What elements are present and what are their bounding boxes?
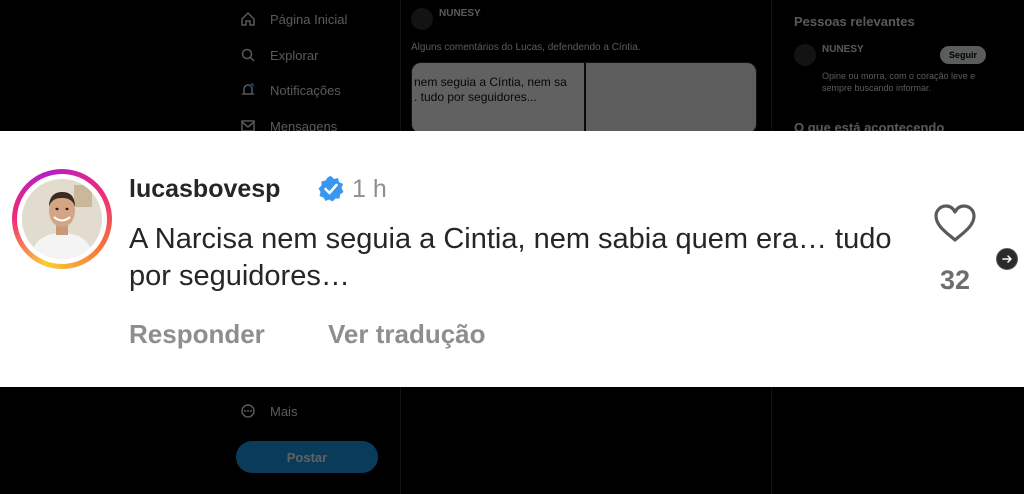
- follow-button[interactable]: Seguir: [940, 46, 986, 64]
- tweet-media-image: [586, 63, 756, 133]
- nav-label-home: Página Inicial: [270, 11, 348, 27]
- nav-item-explore[interactable]: Explorar: [240, 47, 318, 63]
- nav-label-explore: Explorar: [270, 47, 319, 63]
- bell-icon: [241, 83, 255, 95]
- relevant-bio: Opine ou morra, com o coração leve e sem…: [822, 71, 976, 93]
- relevant-username[interactable]: NUNESY: [822, 44, 864, 55]
- comment-text: A Narcisa nem seguia a Cintia, nem sabia…: [129, 223, 892, 292]
- tweet-text: Alguns comentários do Lucas, defendendo …: [411, 42, 641, 53]
- relevant-people-title: Pessoas relevantes: [794, 14, 915, 29]
- arrow-right-icon: [1002, 255, 1012, 263]
- avatar-photo-graphic: [22, 179, 102, 259]
- avatar[interactable]: [22, 179, 102, 259]
- post-button[interactable]: Postar: [236, 441, 378, 473]
- comment-timestamp: 1 h: [352, 175, 387, 203]
- tweet-username[interactable]: NUNESY: [439, 8, 481, 19]
- verified-badge-icon: [318, 176, 344, 202]
- comment-username[interactable]: lucasbovesp: [129, 175, 280, 204]
- like-heart-icon[interactable]: [933, 203, 977, 243]
- relevant-avatar[interactable]: [794, 44, 816, 66]
- nav-item-home[interactable]: Página Inicial: [240, 11, 347, 27]
- see-translation-button[interactable]: Ver tradução: [328, 319, 486, 350]
- search-icon: [241, 48, 255, 62]
- home-icon: [241, 11, 255, 26]
- like-count: 32: [939, 265, 971, 295]
- comment-card: lucasbovesp 1 h A Narcisa nem seguia a C…: [0, 131, 1024, 387]
- tweet-media-text: nem seguia a Cíntia, nem sa . tudo por s…: [412, 63, 584, 133]
- reply-button[interactable]: Responder: [129, 319, 265, 350]
- next-arrow-button[interactable]: [996, 248, 1018, 270]
- nav-label-more: Mais: [270, 403, 298, 419]
- more-icon: [241, 404, 255, 418]
- nav-label-notifications: Notificações: [270, 82, 341, 98]
- nav-item-notifications[interactable]: Notificações: [240, 82, 341, 98]
- tweet-media[interactable]: nem seguia a Cíntia, nem sa . tudo por s…: [411, 62, 757, 134]
- story-ring[interactable]: [12, 169, 112, 269]
- nav-item-more[interactable]: Mais: [240, 403, 297, 419]
- tweet-avatar[interactable]: [411, 8, 433, 30]
- avatar-border: [17, 174, 107, 264]
